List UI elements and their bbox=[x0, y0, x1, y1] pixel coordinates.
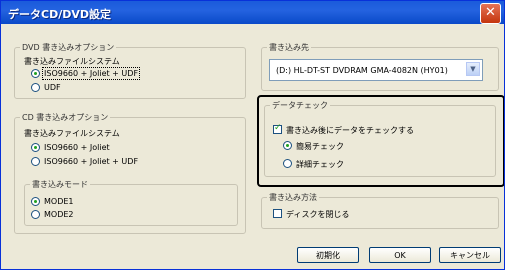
simple-check-radio[interactable] bbox=[283, 141, 292, 150]
dvd-options-title: DVD 書き込みオプション bbox=[20, 42, 117, 53]
dvd-fs-label-2[interactable]: UDF bbox=[44, 83, 61, 92]
drive-select[interactable]: (D:) HL-DT-ST DVDRAM GMA-4082N (HY01) ▼ bbox=[269, 59, 483, 81]
data-check-checkbox[interactable]: ✓ bbox=[273, 123, 282, 134]
window-title: データCD/DVD設定 bbox=[8, 8, 111, 21]
cd-fs-radio-2[interactable] bbox=[31, 157, 40, 166]
radio-selected-dot bbox=[34, 146, 37, 149]
radio-selected-dot bbox=[34, 72, 37, 75]
dvd-fs-radio-2[interactable] bbox=[31, 83, 40, 92]
mode2-radio[interactable] bbox=[31, 210, 40, 219]
data-check-checkbox-label[interactable]: 書き込み後にデータをチェックする bbox=[286, 125, 414, 136]
chevron-down-icon[interactable]: ▼ bbox=[466, 62, 480, 76]
cancel-button[interactable]: キャンセル bbox=[439, 247, 501, 263]
reset-button[interactable]: 初期化 bbox=[297, 247, 359, 263]
radio-selected-dot bbox=[34, 200, 37, 203]
dvd-fs-label-1[interactable]: ISO9660 + Joliet + UDF bbox=[41, 67, 141, 80]
dvd-fs-radio-1[interactable] bbox=[31, 69, 40, 78]
detailed-check-radio[interactable] bbox=[283, 159, 292, 168]
mode1-label[interactable]: MODE1 bbox=[44, 197, 74, 206]
ok-button[interactable]: OK bbox=[369, 247, 431, 263]
cd-fs-radio-1[interactable] bbox=[31, 143, 40, 152]
check-icon: ✓ bbox=[274, 123, 282, 133]
close-disc-checkbox[interactable] bbox=[273, 209, 282, 218]
radio-selected-dot bbox=[286, 144, 289, 147]
close-icon: ✕ bbox=[485, 5, 496, 20]
mode1-radio[interactable] bbox=[31, 197, 40, 206]
simple-check-label[interactable]: 簡易チェック bbox=[296, 141, 344, 152]
title-bar[interactable]: データCD/DVD設定 ✕ bbox=[1, 1, 504, 24]
mode2-label[interactable]: MODE2 bbox=[44, 210, 74, 219]
dialog-window: データCD/DVD設定 ✕ DVD 書き込みオプション 書き込みファイルシステム… bbox=[0, 0, 505, 270]
write-mode-title: 書き込みモード bbox=[30, 179, 90, 190]
cd-fs-label-1[interactable]: ISO9660 + Joliet bbox=[44, 143, 110, 152]
write-method-title: 書き込み方法 bbox=[267, 192, 319, 203]
data-check-title: データチェック bbox=[270, 100, 330, 111]
detailed-check-label[interactable]: 詳細チェック bbox=[296, 159, 344, 170]
cd-fs-title: 書き込みファイルシステム bbox=[24, 129, 120, 138]
close-disc-label[interactable]: ディスクを閉じる bbox=[286, 209, 349, 220]
drive-select-value: (D:) HL-DT-ST DVDRAM GMA-4082N (HY01) bbox=[276, 66, 448, 75]
cd-fs-label-2[interactable]: ISO9660 + Joliet + UDF bbox=[44, 157, 138, 166]
destination-title: 書き込み先 bbox=[267, 42, 311, 53]
close-button[interactable]: ✕ bbox=[480, 3, 501, 24]
dvd-fs-title: 書き込みファイルシステム bbox=[24, 57, 120, 66]
cd-options-title: CD 書き込みオプション bbox=[20, 112, 111, 123]
